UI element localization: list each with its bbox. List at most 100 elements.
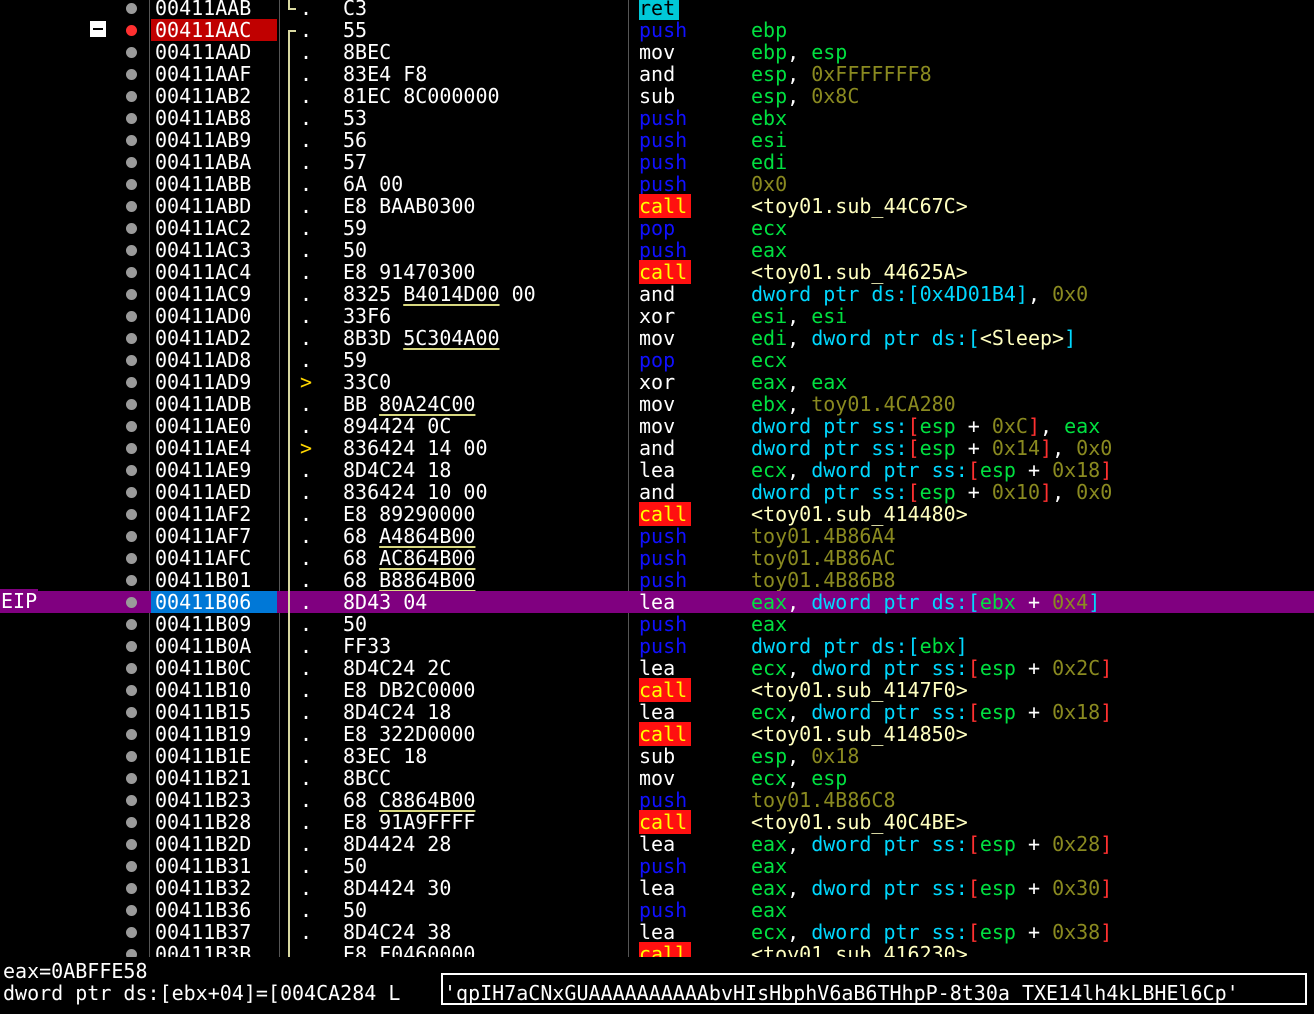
breakpoint-dot-icon[interactable] — [126, 817, 137, 828]
breakpoint-dot-icon[interactable] — [126, 905, 137, 916]
address-cell[interactable]: 00411B2D — [151, 833, 277, 855]
breakpoint-dot-icon[interactable] — [126, 619, 137, 630]
disasm-row[interactable]: 00411AAB. C3 ret — [0, 0, 1314, 20]
breakpoint-dot-icon[interactable] — [126, 487, 137, 498]
address-cell[interactable]: 00411AE4 — [151, 437, 277, 459]
address-cell[interactable]: 00411AD9 — [151, 371, 277, 393]
address-cell[interactable]: 00411B01 — [151, 569, 277, 591]
address-cell[interactable]: 00411AED — [151, 481, 277, 503]
breakpoint-dot-icon[interactable] — [126, 773, 137, 784]
breakpoint-dot-icon[interactable] — [126, 949, 137, 957]
address-cell[interactable]: 00411AE9 — [151, 459, 277, 481]
address-cell[interactable]: 00411AB2 — [151, 85, 277, 107]
address-cell[interactable]: 00411AF7 — [151, 525, 277, 547]
address-cell[interactable]: 00411AD8 — [151, 349, 277, 371]
disasm-row[interactable]: 00411AB2. 81EC 8C000000 sub esp, 0x8C — [0, 85, 1314, 107]
breakpoint-dot-icon[interactable] — [126, 465, 137, 476]
breakpoint-dot-icon[interactable] — [126, 223, 137, 234]
breakpoint-dot-icon[interactable] — [126, 3, 137, 14]
address-cell[interactable]: 00411B0A — [151, 635, 277, 657]
address-cell[interactable]: 00411AAB — [151, 0, 277, 19]
address-cell[interactable]: 00411B15 — [151, 701, 277, 723]
disasm-row[interactable]: 00411B15. 8D4C24 18 lea ecx, dword ptr ss:[… — [0, 701, 1314, 723]
breakpoint-dot-icon[interactable] — [126, 421, 137, 432]
info-string-value[interactable]: 'qpIH7aCNxGUAAAAAAAAAAbvHIsHbphV6aB6THhp… — [444, 982, 1239, 1004]
breakpoint-dot-icon[interactable] — [126, 685, 137, 696]
disasm-row[interactable]: 00411B3B. E8 F0460000 call <toy01.sub_41623… — [0, 942, 1314, 957]
disasm-row[interactable]: 00411AE4 >836424 14 00 and dword ptr ss:[es… — [0, 437, 1314, 459]
breakpoint-dot-icon[interactable] — [126, 443, 137, 454]
address-cell[interactable]: 00411AC3 — [151, 239, 277, 261]
address-cell[interactable]: 00411B1E — [151, 745, 277, 767]
disasm-row[interactable]: 00411AC3. 50 push eax — [0, 239, 1314, 261]
breakpoint-dot-icon[interactable] — [126, 927, 137, 938]
breakpoint-dot-icon[interactable] — [126, 47, 137, 58]
breakpoint-dot-icon[interactable] — [126, 25, 137, 36]
address-cell[interactable]: 00411AC2 — [151, 217, 277, 239]
breakpoint-dot-icon[interactable] — [126, 729, 137, 740]
disasm-row[interactable]: 00411B37. 8D4C24 38 lea ecx, dword ptr ss:[… — [0, 921, 1314, 943]
disassembly-view[interactable]: 00411AAB. C3 ret 00411AAC. 55 push ebp 00411AAD… — [0, 0, 1314, 957]
breakpoint-dot-icon[interactable] — [126, 795, 137, 806]
address-cell[interactable]: 00411AFC — [151, 547, 277, 569]
address-cell[interactable]: 00411AD2 — [151, 327, 277, 349]
address-cell[interactable]: 00411AC9 — [151, 283, 277, 305]
disasm-row[interactable]: 00411AAD. 8BEC mov ebp, esp — [0, 41, 1314, 63]
disasm-row[interactable]: 00411B06. 8D43 04 lea eax, dword ptr ds:[eb… — [0, 591, 1314, 613]
disasm-row[interactable]: 00411AF7. 68 A4864B00 push toy01.4B86A4 — [0, 525, 1314, 547]
address-cell[interactable]: 00411AC4 — [151, 261, 277, 283]
disasm-row[interactable]: 00411AF2. E8 89290000 call <toy01.sub_41448… — [0, 502, 1314, 526]
address-cell[interactable]: 00411AAC — [151, 19, 277, 41]
breakpoint-dot-icon[interactable] — [126, 157, 137, 168]
disasm-row[interactable]: 00411AB9. 56 push esi — [0, 129, 1314, 151]
disasm-row[interactable]: 00411B19. E8 322D0000 call <toy01.sub_41485… — [0, 722, 1314, 746]
address-cell[interactable]: 00411ABB — [151, 173, 277, 195]
address-cell[interactable]: 00411AD0 — [151, 305, 277, 327]
address-cell[interactable]: 00411B06 — [151, 591, 277, 613]
breakpoint-dot-icon[interactable] — [126, 113, 137, 124]
breakpoint-dot-icon[interactable] — [126, 509, 137, 520]
breakpoint-dot-icon[interactable] — [126, 91, 137, 102]
breakpoint-dot-icon[interactable] — [126, 597, 137, 608]
breakpoint-dot-icon[interactable] — [126, 179, 137, 190]
breakpoint-dot-icon[interactable] — [126, 333, 137, 344]
address-cell[interactable]: 00411AE0 — [151, 415, 277, 437]
address-cell[interactable]: 00411B19 — [151, 723, 277, 745]
disasm-row[interactable]: 00411AE9. 8D4C24 18 lea ecx, dword ptr ss:[… — [0, 459, 1314, 481]
address-cell[interactable]: 00411AB9 — [151, 129, 277, 151]
address-cell[interactable]: 00411AB8 — [151, 107, 277, 129]
disasm-row[interactable]: 00411B28. E8 91A9FFFF call <toy01.sub_40C4B… — [0, 810, 1314, 834]
address-cell[interactable]: 00411B31 — [151, 855, 277, 877]
disasm-row[interactable]: 00411AE0. 894424 0C mov dword ptr ss:[esp +… — [0, 415, 1314, 437]
address-cell[interactable]: 00411B3B — [151, 943, 277, 957]
disasm-row[interactable]: 00411AD0. 33F6 xor esi, esi — [0, 305, 1314, 327]
address-cell[interactable]: 00411AF2 — [151, 503, 277, 525]
disasm-row[interactable]: 00411ADB. BB 80A24C00 mov ebx, toy01.4CA280 — [0, 393, 1314, 415]
address-cell[interactable]: 00411B0C — [151, 657, 277, 679]
disasm-row[interactable]: 00411B0C. 8D4C24 2C lea ecx, dword ptr ss:[… — [0, 657, 1314, 679]
disasm-row[interactable]: 00411B21. 8BCC mov ecx, esp — [0, 767, 1314, 789]
disasm-row[interactable]: 00411AFC. 68 AC864B00 push toy01.4B86AC — [0, 547, 1314, 569]
breakpoint-dot-icon[interactable] — [126, 839, 137, 850]
address-cell[interactable]: 00411B36 — [151, 899, 277, 921]
breakpoint-dot-icon[interactable] — [126, 399, 137, 410]
address-cell[interactable]: 00411B10 — [151, 679, 277, 701]
address-cell[interactable]: 00411ADB — [151, 393, 277, 415]
breakpoint-dot-icon[interactable] — [126, 267, 137, 278]
disasm-row[interactable]: 00411ABB. 6A 00 push 0x0 — [0, 173, 1314, 195]
address-cell[interactable]: 00411B37 — [151, 921, 277, 943]
breakpoint-dot-icon[interactable] — [126, 751, 137, 762]
address-cell[interactable]: 00411B23 — [151, 789, 277, 811]
disasm-row[interactable]: 00411ABA. 57 push edi — [0, 151, 1314, 173]
disasm-row[interactable]: 00411B1E. 83EC 18 sub esp, 0x18 — [0, 745, 1314, 767]
address-cell[interactable]: 00411AAF — [151, 63, 277, 85]
breakpoint-dot-icon[interactable] — [126, 355, 137, 366]
disasm-row[interactable]: 00411B23. 68 C8864B00 push toy01.4B86C8 — [0, 789, 1314, 811]
address-cell[interactable]: 00411B21 — [151, 767, 277, 789]
breakpoint-dot-icon[interactable] — [126, 311, 137, 322]
breakpoint-dot-icon[interactable] — [126, 289, 137, 300]
breakpoint-dot-icon[interactable] — [126, 377, 137, 388]
breakpoint-dot-icon[interactable] — [126, 575, 137, 586]
disasm-row[interactable]: 00411B10. E8 DB2C0000 call <toy01.sub_4147F… — [0, 678, 1314, 702]
disasm-row[interactable]: 00411B2D. 8D4424 28 lea eax, dword ptr ss:[… — [0, 833, 1314, 855]
